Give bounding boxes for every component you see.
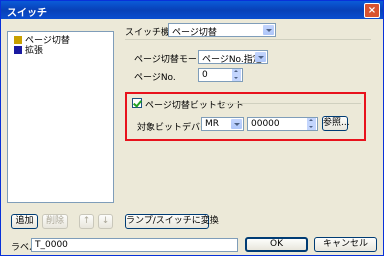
page-no-value: 0 <box>202 70 208 80</box>
divider <box>221 103 361 104</box>
page-switch-icon <box>14 36 22 44</box>
spin-down-icon[interactable] <box>232 75 241 81</box>
cancel-button[interactable]: キャンセル <box>314 237 377 252</box>
page-no-stepper[interactable]: 0 <box>198 68 243 82</box>
bit-set-checkbox[interactable] <box>132 98 142 108</box>
move-up-button[interactable]: ↑ <box>79 214 94 229</box>
title-bar: スイッチ × <box>1 1 383 19</box>
page-no-label: ページNo. <box>134 73 176 83</box>
add-button[interactable]: 追加 <box>11 214 38 229</box>
tree-item-label: 拡張 <box>25 46 44 56</box>
browse-button[interactable]: 参照... <box>322 116 350 131</box>
device-address-value: 00000 <box>251 119 280 129</box>
window-title: スイッチ <box>7 8 47 19</box>
chevron-down-icon[interactable] <box>255 52 266 62</box>
delete-button[interactable]: 削除 <box>42 214 68 229</box>
page-switch-mode-select[interactable]: ページNo.指定 <box>198 50 268 65</box>
convert-button[interactable]: ランプ/スイッチに変換 <box>125 214 219 229</box>
page-switch-mode-label: ページ切替モード <box>134 55 206 65</box>
extension-icon <box>14 46 22 54</box>
bit-set-checkbox-label[interactable]: ページ切替ビットセット <box>145 98 244 111</box>
page-switch-mode-value: ページNo.指定 <box>202 55 262 65</box>
chevron-down-icon[interactable] <box>231 119 242 129</box>
function-tree[interactable]: ページ切替 拡張 <box>7 31 114 203</box>
switch-function-select[interactable]: ページ切替 <box>168 23 276 38</box>
switch-dialog: スイッチ × ページ切替 拡張 スイッチ機能 ページ切替 ページ切替モード ペー… <box>0 0 384 256</box>
switch-function-value: ページ切替 <box>172 28 217 38</box>
chevron-down-icon[interactable] <box>263 25 274 35</box>
ok-button[interactable]: OK <box>245 237 308 252</box>
tree-item-extension[interactable]: 拡張 <box>14 45 43 57</box>
move-down-button[interactable]: ↓ <box>98 214 113 229</box>
label-input-value: T_0000 <box>35 240 68 250</box>
device-type-select[interactable]: MR <box>201 117 244 131</box>
spin-down-icon[interactable] <box>307 124 316 130</box>
divider <box>125 39 371 40</box>
device-type-value: MR <box>205 119 220 129</box>
device-address-stepper[interactable]: 00000 <box>247 117 318 131</box>
close-button[interactable]: × <box>364 3 380 18</box>
label-input[interactable]: T_0000 <box>31 238 238 252</box>
